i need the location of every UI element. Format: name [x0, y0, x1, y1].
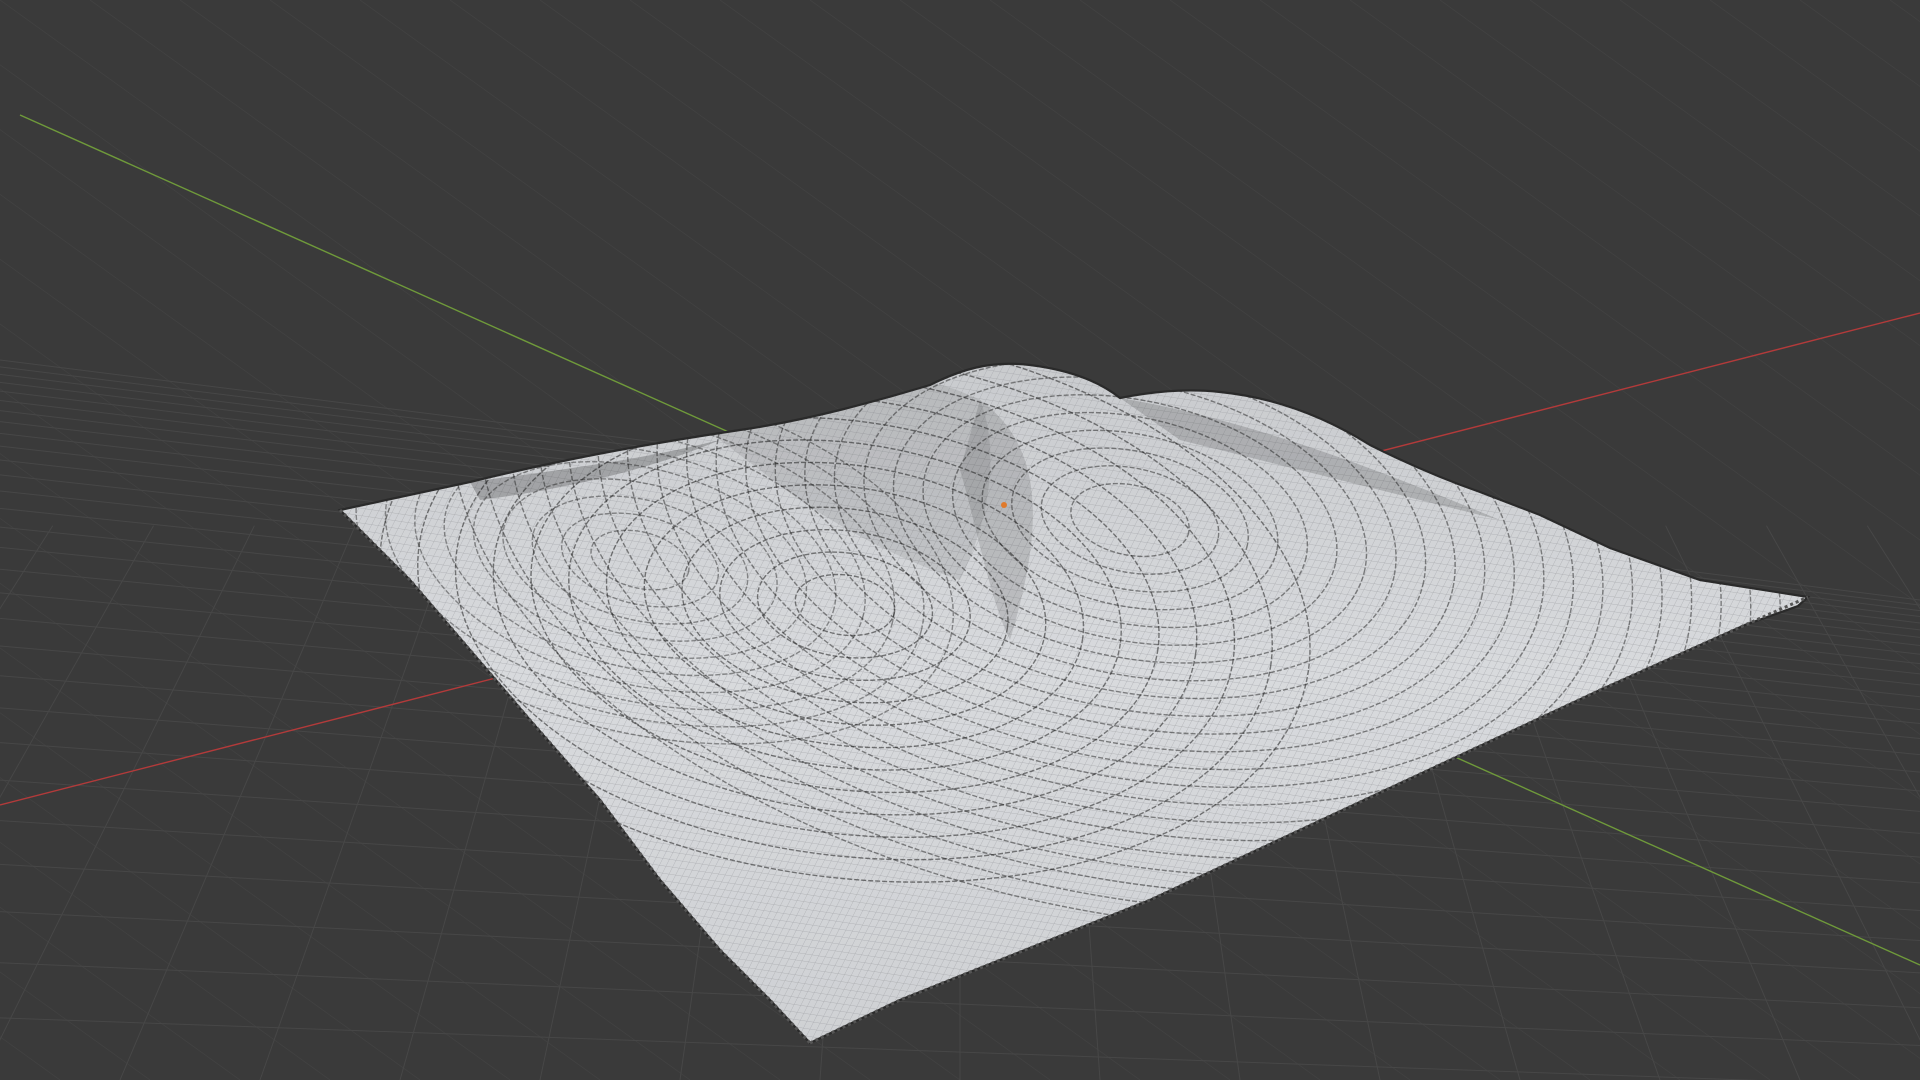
- terrain-mesh[interactable]: [288, 0, 1887, 1070]
- 3d-viewport[interactable]: [0, 0, 1920, 1080]
- origin-marker[interactable]: [1001, 502, 1007, 508]
- viewport-canvas[interactable]: [0, 0, 1920, 1080]
